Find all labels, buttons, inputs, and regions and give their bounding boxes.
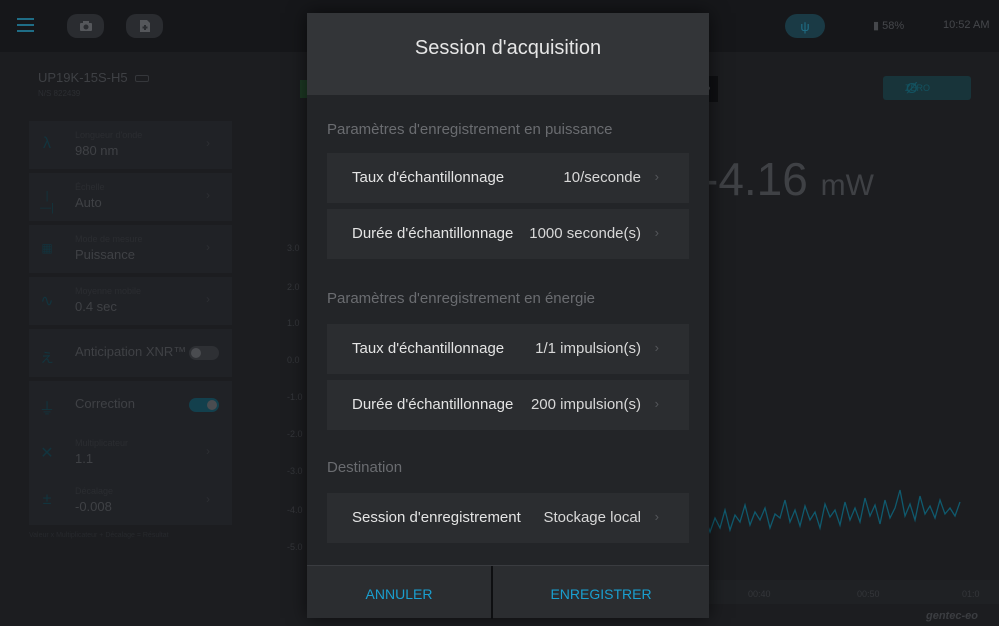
row-label: Taux d'échantillonnage	[352, 169, 505, 186]
row-label: Taux d'échantillonnage	[352, 340, 505, 357]
row-label: Durée d'échantillonnage	[352, 396, 514, 413]
cancel-button[interactable]: ANNULER	[307, 566, 491, 619]
recording-destination-row[interactable]: Session d'enregistrement Stockage local …	[327, 493, 689, 543]
chevron-right-icon: ›	[654, 509, 659, 524]
energy-sampling-duration-row[interactable]: Durée d'échantillonnage 200 impulsion(s)…	[327, 380, 689, 430]
chevron-right-icon: ›	[654, 169, 659, 184]
row-value: 200 impulsion(s)	[530, 396, 641, 413]
save-button[interactable]: ENREGISTRER	[493, 566, 709, 619]
row-value: 10/seconde	[563, 169, 641, 186]
row-label: Durée d'échantillonnage	[352, 225, 514, 242]
energy-sampling-rate-row[interactable]: Taux d'échantillonnage 1/1 impulsion(s) …	[327, 324, 689, 374]
row-value: Stockage local	[543, 509, 641, 526]
chevron-right-icon: ›	[654, 225, 659, 240]
row-value: 1/1 impulsion(s)	[535, 340, 641, 357]
section-title-power: Paramètres d'enregistrement en puissance	[327, 121, 613, 138]
dialog-title: Session d'acquisition	[414, 37, 602, 59]
acquisition-dialog: Session d'acquisition Paramètres d'enreg…	[307, 13, 709, 619]
app-window: ψ ▮ 58% 10:52 AM UP19K-15S-H5 N/S 822439…	[0, 0, 999, 626]
row-value: 1000 seconde(s)	[529, 225, 641, 242]
chevron-right-icon: ›	[654, 340, 659, 355]
section-title-energy: Paramètres d'enregistrement en énergie	[327, 290, 596, 307]
power-sampling-duration-row[interactable]: Durée d'échantillonnage 1000 seconde(s) …	[327, 209, 689, 259]
row-label: Session d'enregistrement	[352, 509, 521, 526]
section-title-destination: Destination	[327, 459, 403, 476]
power-sampling-rate-row[interactable]: Taux d'échantillonnage 10/seconde ›	[327, 153, 689, 203]
dialog-header: Session d'acquisition	[307, 13, 709, 95]
dialog-body: Paramètres d'enregistrement en puissance…	[307, 95, 709, 565]
chevron-right-icon: ›	[654, 396, 659, 411]
dialog-footer: ANNULER ENREGISTRER	[307, 565, 709, 619]
